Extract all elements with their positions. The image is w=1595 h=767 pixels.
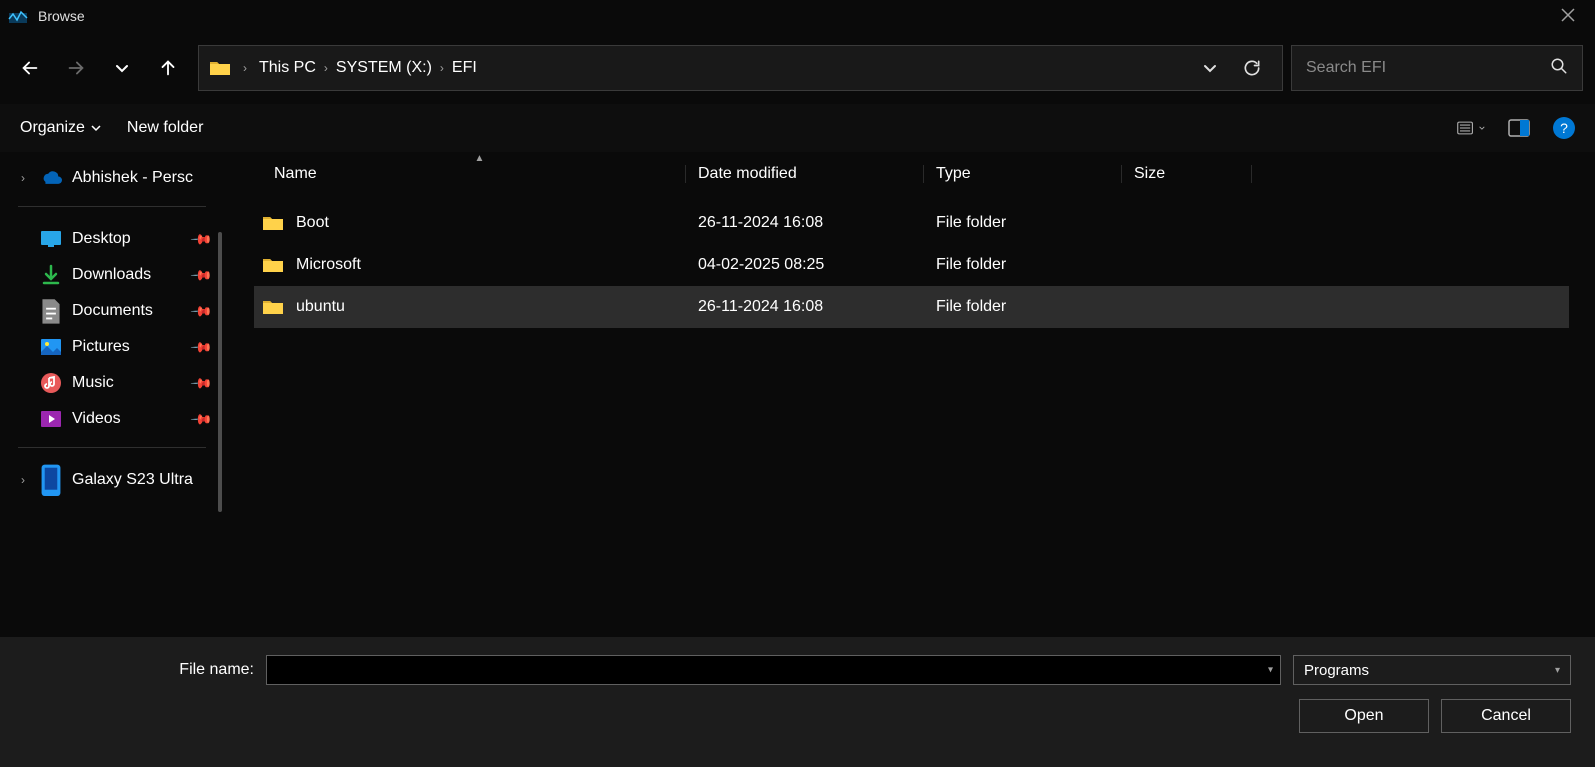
file-type: File folder (924, 256, 1122, 274)
search-icon[interactable] (1550, 57, 1568, 79)
sidebar-item-label: Music (72, 374, 183, 392)
chevron-right-icon[interactable]: › (16, 171, 30, 185)
window-title: Browse (38, 8, 85, 24)
breadcrumb-item[interactable]: This PC (259, 59, 316, 77)
sidebar-item-label: Downloads (72, 266, 183, 284)
sidebar-item-label: Videos (72, 410, 183, 428)
search-box[interactable] (1291, 45, 1583, 91)
sidebar-item-documents[interactable]: Documents 📌 (4, 293, 220, 329)
forward-button[interactable] (64, 56, 88, 80)
file-rows: Boot 26-11-2024 16:08 File folder Micros… (228, 196, 1595, 328)
phone-icon (40, 469, 62, 491)
up-button[interactable] (156, 56, 180, 80)
breadcrumb-item[interactable]: EFI (452, 59, 477, 77)
footer: File name: ▾ Programs ▾ Open Cancel (0, 637, 1595, 745)
navbar: › This PC › SYSTEM (X:) › EFI (0, 32, 1595, 104)
file-name: Boot (296, 214, 329, 232)
file-list-area: ▲ Name Date modified Type Size Boot 26-1… (228, 152, 1595, 637)
desktop-icon (40, 228, 62, 250)
sidebar-item-music[interactable]: Music 📌 (4, 365, 220, 401)
column-header-date[interactable]: Date modified (686, 165, 924, 183)
file-row[interactable]: Microsoft 04-02-2025 08:25 File folder (254, 244, 1569, 286)
sidebar-item-pictures[interactable]: Pictures 📌 (4, 329, 220, 365)
pin-icon: 📌 (189, 407, 213, 431)
view-options-button[interactable] (1457, 114, 1485, 142)
sort-indicator-icon: ▲ (475, 153, 485, 164)
sidebar-item-label: Desktop (72, 230, 183, 248)
pin-icon: 📌 (189, 227, 213, 251)
search-input[interactable] (1306, 59, 1540, 77)
file-date: 26-11-2024 16:08 (686, 214, 924, 232)
onedrive-icon (40, 167, 62, 189)
chevron-right-icon: › (241, 61, 249, 75)
file-type: File folder (924, 214, 1122, 232)
chevron-down-icon: ▾ (1555, 665, 1560, 676)
address-history-dropdown[interactable] (1198, 56, 1222, 80)
refresh-button[interactable] (1240, 56, 1264, 80)
pin-icon: 📌 (189, 263, 213, 287)
folder-icon (262, 298, 284, 316)
file-name: ubuntu (296, 298, 345, 316)
separator (18, 206, 206, 207)
cancel-button[interactable]: Cancel (1441, 699, 1571, 733)
chevron-right-icon: › (438, 61, 446, 75)
file-date: 26-11-2024 16:08 (686, 298, 924, 316)
filter-label: Programs (1304, 662, 1369, 679)
main-area: › Abhishek - Persc Desktop 📌 Downloads 📌 (0, 152, 1595, 637)
pin-icon: 📌 (189, 371, 213, 395)
sidebar: › Abhishek - Persc Desktop 📌 Downloads 📌 (0, 152, 228, 637)
music-icon (40, 372, 62, 394)
file-row[interactable]: ubuntu 26-11-2024 16:08 File folder (254, 286, 1569, 328)
back-button[interactable] (18, 56, 42, 80)
address-bar[interactable]: › This PC › SYSTEM (X:) › EFI (198, 45, 1283, 91)
sidebar-item-videos[interactable]: Videos 📌 (4, 401, 220, 437)
column-header-type[interactable]: Type (924, 165, 1122, 183)
folder-icon (209, 59, 231, 77)
column-header-size[interactable]: Size (1122, 165, 1252, 183)
organize-button[interactable]: Organize (20, 119, 101, 137)
preview-pane-button[interactable] (1505, 114, 1533, 142)
sidebar-item-label: Pictures (72, 338, 183, 356)
pin-icon: 📌 (189, 299, 213, 323)
folder-icon (262, 214, 284, 232)
app-icon (8, 6, 28, 26)
column-header-name[interactable]: ▲ Name (274, 165, 686, 183)
pin-icon: 📌 (189, 335, 213, 359)
file-date: 04-02-2025 08:25 (686, 256, 924, 274)
document-icon (40, 300, 62, 322)
column-headers: ▲ Name Date modified Type Size (228, 152, 1595, 196)
chevron-down-icon[interactable]: ▾ (1268, 665, 1273, 676)
titlebar: Browse (0, 0, 1595, 32)
close-button[interactable] (1549, 2, 1587, 31)
filename-input[interactable] (266, 655, 1281, 685)
separator (18, 447, 206, 448)
sidebar-item-desktop[interactable]: Desktop 📌 (4, 221, 220, 257)
chevron-right-icon[interactable]: › (16, 473, 30, 487)
recent-dropdown[interactable] (110, 56, 134, 80)
sidebar-item-downloads[interactable]: Downloads 📌 (4, 257, 220, 293)
breadcrumb-item[interactable]: SYSTEM (X:) (336, 59, 432, 77)
sidebar-item-label: Abhishek - Persc (72, 169, 210, 187)
folder-icon (262, 256, 284, 274)
picture-icon (40, 336, 62, 358)
toolbar: Organize New folder ? (0, 104, 1595, 152)
file-row[interactable]: Boot 26-11-2024 16:08 File folder (254, 202, 1569, 244)
file-type: File folder (924, 298, 1122, 316)
open-button[interactable]: Open (1299, 699, 1429, 733)
download-icon (40, 264, 62, 286)
sidebar-item-device[interactable]: › Galaxy S23 Ultra (4, 462, 220, 498)
help-button[interactable]: ? (1553, 117, 1575, 139)
breadcrumb: This PC › SYSTEM (X:) › EFI (259, 59, 1174, 77)
new-folder-button[interactable]: New folder (127, 119, 203, 137)
file-name: Microsoft (296, 256, 361, 274)
sidebar-item-onedrive[interactable]: › Abhishek - Persc (4, 160, 220, 196)
video-icon (40, 408, 62, 430)
filename-label: File name: (24, 661, 254, 679)
chevron-right-icon: › (322, 61, 330, 75)
sidebar-item-label: Galaxy S23 Ultra (72, 471, 210, 489)
sidebar-item-label: Documents (72, 302, 183, 320)
file-type-filter[interactable]: Programs ▾ (1293, 655, 1571, 685)
